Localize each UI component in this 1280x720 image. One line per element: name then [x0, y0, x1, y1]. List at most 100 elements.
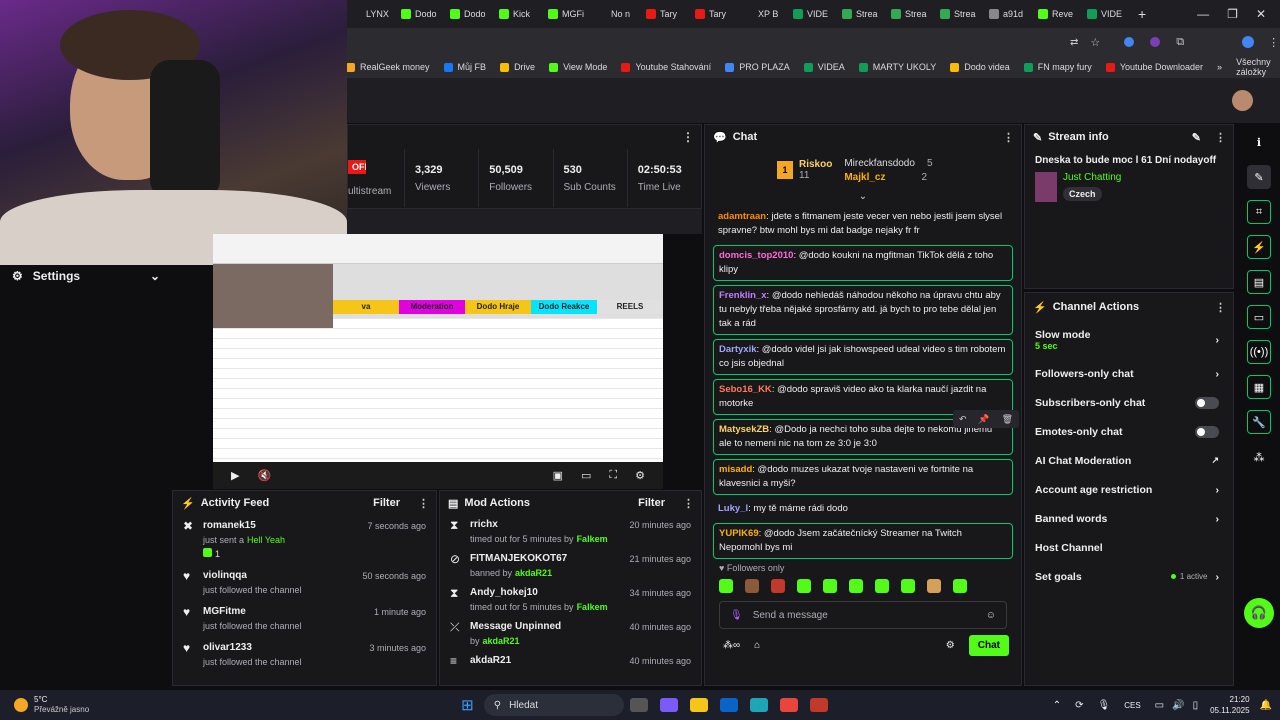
clock[interactable]: 21:20 05.11.2025 — [1210, 694, 1249, 716]
emote-icon[interactable] — [797, 579, 811, 593]
layout-icon[interactable]: ▦ — [1247, 375, 1271, 399]
chat-menu-icon[interactable]: ⋮ — [1003, 131, 1014, 144]
maximize-icon[interactable]: ❐ — [1227, 7, 1238, 21]
followers-only-row[interactable]: Followers-only chat › — [1025, 359, 1233, 388]
user-avatar[interactable] — [1232, 90, 1253, 111]
chat-send-button[interactable]: Chat — [968, 635, 1009, 656]
bookmark-item[interactable]: View Mode — [549, 62, 607, 72]
mic-icon[interactable]: 🎙 — [730, 610, 743, 621]
bookmark-item[interactable]: Můj FB — [443, 62, 486, 72]
network-icon[interactable]: ▭ — [1155, 700, 1164, 711]
file-explorer-icon[interactable] — [689, 698, 708, 712]
bookmark-star-icon[interactable]: ☆ — [1090, 36, 1100, 49]
battery-icon[interactable]: ▯ — [1193, 700, 1199, 711]
outlook-icon[interactable] — [719, 698, 738, 712]
extension-icon[interactable] — [1150, 37, 1161, 47]
bookmark-item[interactable]: Youtube Downloader — [1105, 62, 1203, 72]
copilot-icon[interactable] — [659, 698, 678, 712]
stats-menu-icon[interactable]: ⋮ — [682, 130, 694, 144]
host-channel-row[interactable]: Host Channel — [1025, 533, 1233, 562]
translate-icon[interactable]: ⇄ — [1070, 37, 1078, 48]
bookmark-item[interactable]: RealGeek money — [346, 62, 430, 72]
chat-username[interactable]: MatysekZB — [719, 424, 769, 435]
bookmark-item[interactable]: FN mapy fury — [1023, 62, 1092, 72]
emote-icon[interactable] — [953, 579, 967, 593]
emote-icon[interactable] — [771, 579, 785, 593]
gear-icon[interactable]: ⚙ — [635, 469, 645, 482]
minimize-icon[interactable]: — — [1197, 7, 1209, 21]
browser-tab[interactable]: a91d — [983, 0, 1032, 28]
browser-tab[interactable]: Strea — [885, 0, 934, 28]
input-language[interactable]: CES — [1124, 701, 1140, 710]
browser-tab[interactable]: Strea — [934, 0, 983, 28]
banned-words-row[interactable]: Banned words › — [1025, 504, 1233, 533]
taskbar-search[interactable]: ⚲ Hledat — [483, 694, 624, 716]
obs-icon[interactable] — [809, 698, 828, 712]
chat-username[interactable]: YUPIK69 — [719, 528, 759, 539]
browser-tab[interactable]: MGFi — [542, 0, 591, 28]
emote-icon[interactable] — [901, 579, 915, 593]
mic-icon[interactable]: 🎙 — [1098, 700, 1111, 711]
info-icon[interactable]: ℹ — [1247, 130, 1271, 154]
store-icon[interactable]: ⌂ — [754, 640, 760, 651]
settings-menu-item[interactable]: ⚙ Settings ⌄ — [0, 265, 172, 287]
browser-tab[interactable]: XP B — [738, 0, 787, 28]
wrench-icon[interactable]: 🔧 — [1247, 410, 1271, 434]
browser-tab[interactable]: LYNX — [346, 0, 395, 28]
mute-icon[interactable]: 🔇 — [257, 469, 271, 482]
reply-icon[interactable]: ↶ — [959, 414, 967, 425]
ai-moderation-row[interactable]: AI Chat Moderation ↗ — [1025, 446, 1233, 475]
pip-icon[interactable]: ▣ — [553, 469, 563, 482]
age-restriction-row[interactable]: Account age restriction › — [1025, 475, 1233, 504]
channel-actions-menu-icon[interactable]: ⋮ — [1215, 301, 1226, 314]
emotes-only-toggle[interactable] — [1195, 425, 1219, 438]
stream-info-menu-icon[interactable]: ⋮ — [1215, 131, 1226, 144]
browser-tab[interactable]: Dodo — [395, 0, 444, 28]
puzzle-icon[interactable]: ⧉ — [1176, 36, 1184, 49]
bookmark-item[interactable]: MARTY UKOLY — [858, 62, 936, 72]
emoji-icon[interactable]: ☺ — [986, 610, 996, 621]
collapse-icon[interactable]: ⌄ — [705, 191, 1021, 202]
play-icon[interactable]: ▶ — [231, 469, 239, 482]
chat-username[interactable]: Frenklin_x — [719, 290, 767, 301]
browser-tab[interactable]: Tary — [640, 0, 689, 28]
browser-tab[interactable]: VIDE — [787, 0, 836, 28]
broadcast-icon[interactable]: ((•)) — [1247, 340, 1271, 364]
support-button[interactable]: 🎧 — [1244, 598, 1274, 628]
tray-chevron-icon[interactable]: ⌃ — [1053, 700, 1061, 711]
trash-icon[interactable]: 🗑 — [1002, 414, 1013, 425]
stream-preview[interactable]: va Moderation Dodo Hraje Dodo Reakce REELS ▶… — [213, 234, 663, 489]
bookmark-item[interactable]: VIDEA — [803, 62, 845, 72]
address-bar[interactable] — [346, 32, 1116, 52]
browser-tab[interactable]: Kick — [493, 0, 542, 28]
emote-icon[interactable] — [745, 579, 759, 593]
chat-icon[interactable]: ▭ — [1247, 305, 1271, 329]
browser-menu-icon[interactable]: ⋮ — [1268, 36, 1279, 49]
new-tab-button[interactable]: + — [1138, 6, 1146, 22]
windows-start-icon[interactable]: ⊞ — [461, 696, 474, 714]
edit-stream-info-icon[interactable]: ✎ — [1192, 131, 1201, 144]
set-goals-row[interactable]: Set goals 1 active › — [1025, 562, 1233, 591]
browser-tab[interactable]: No n — [591, 0, 640, 28]
pin-icon[interactable]: 📌 — [978, 414, 989, 425]
mod-filter-button[interactable]: Filter — [638, 497, 665, 509]
crop-icon[interactable]: ⌗ — [1247, 200, 1271, 224]
category-link[interactable]: Just Chatting — [1063, 172, 1121, 183]
emote-icon[interactable] — [823, 579, 837, 593]
emote-icon[interactable] — [875, 579, 889, 593]
chrome-icon[interactable] — [779, 698, 798, 712]
subscribers-only-toggle[interactable] — [1195, 396, 1219, 409]
volume-icon[interactable]: 🔊 — [1172, 700, 1184, 711]
weather-icon[interactable] — [14, 698, 28, 712]
edit-icon[interactable]: ✎ — [1247, 165, 1271, 189]
profile-avatar-icon[interactable] — [1242, 36, 1255, 48]
bookmark-item[interactable]: PRO PLAZA — [725, 62, 790, 72]
edge-icon[interactable] — [749, 698, 768, 712]
browser-tab[interactable]: VIDE — [1081, 0, 1130, 28]
bolt-icon[interactable]: ⚡ — [1247, 235, 1271, 259]
chat-username[interactable]: misadd — [719, 464, 752, 475]
browser-tab[interactable]: Strea — [836, 0, 885, 28]
emote-icon[interactable] — [849, 579, 863, 593]
close-window-icon[interactable]: ✕ — [1256, 7, 1266, 21]
extension-icon[interactable] — [1124, 37, 1135, 47]
